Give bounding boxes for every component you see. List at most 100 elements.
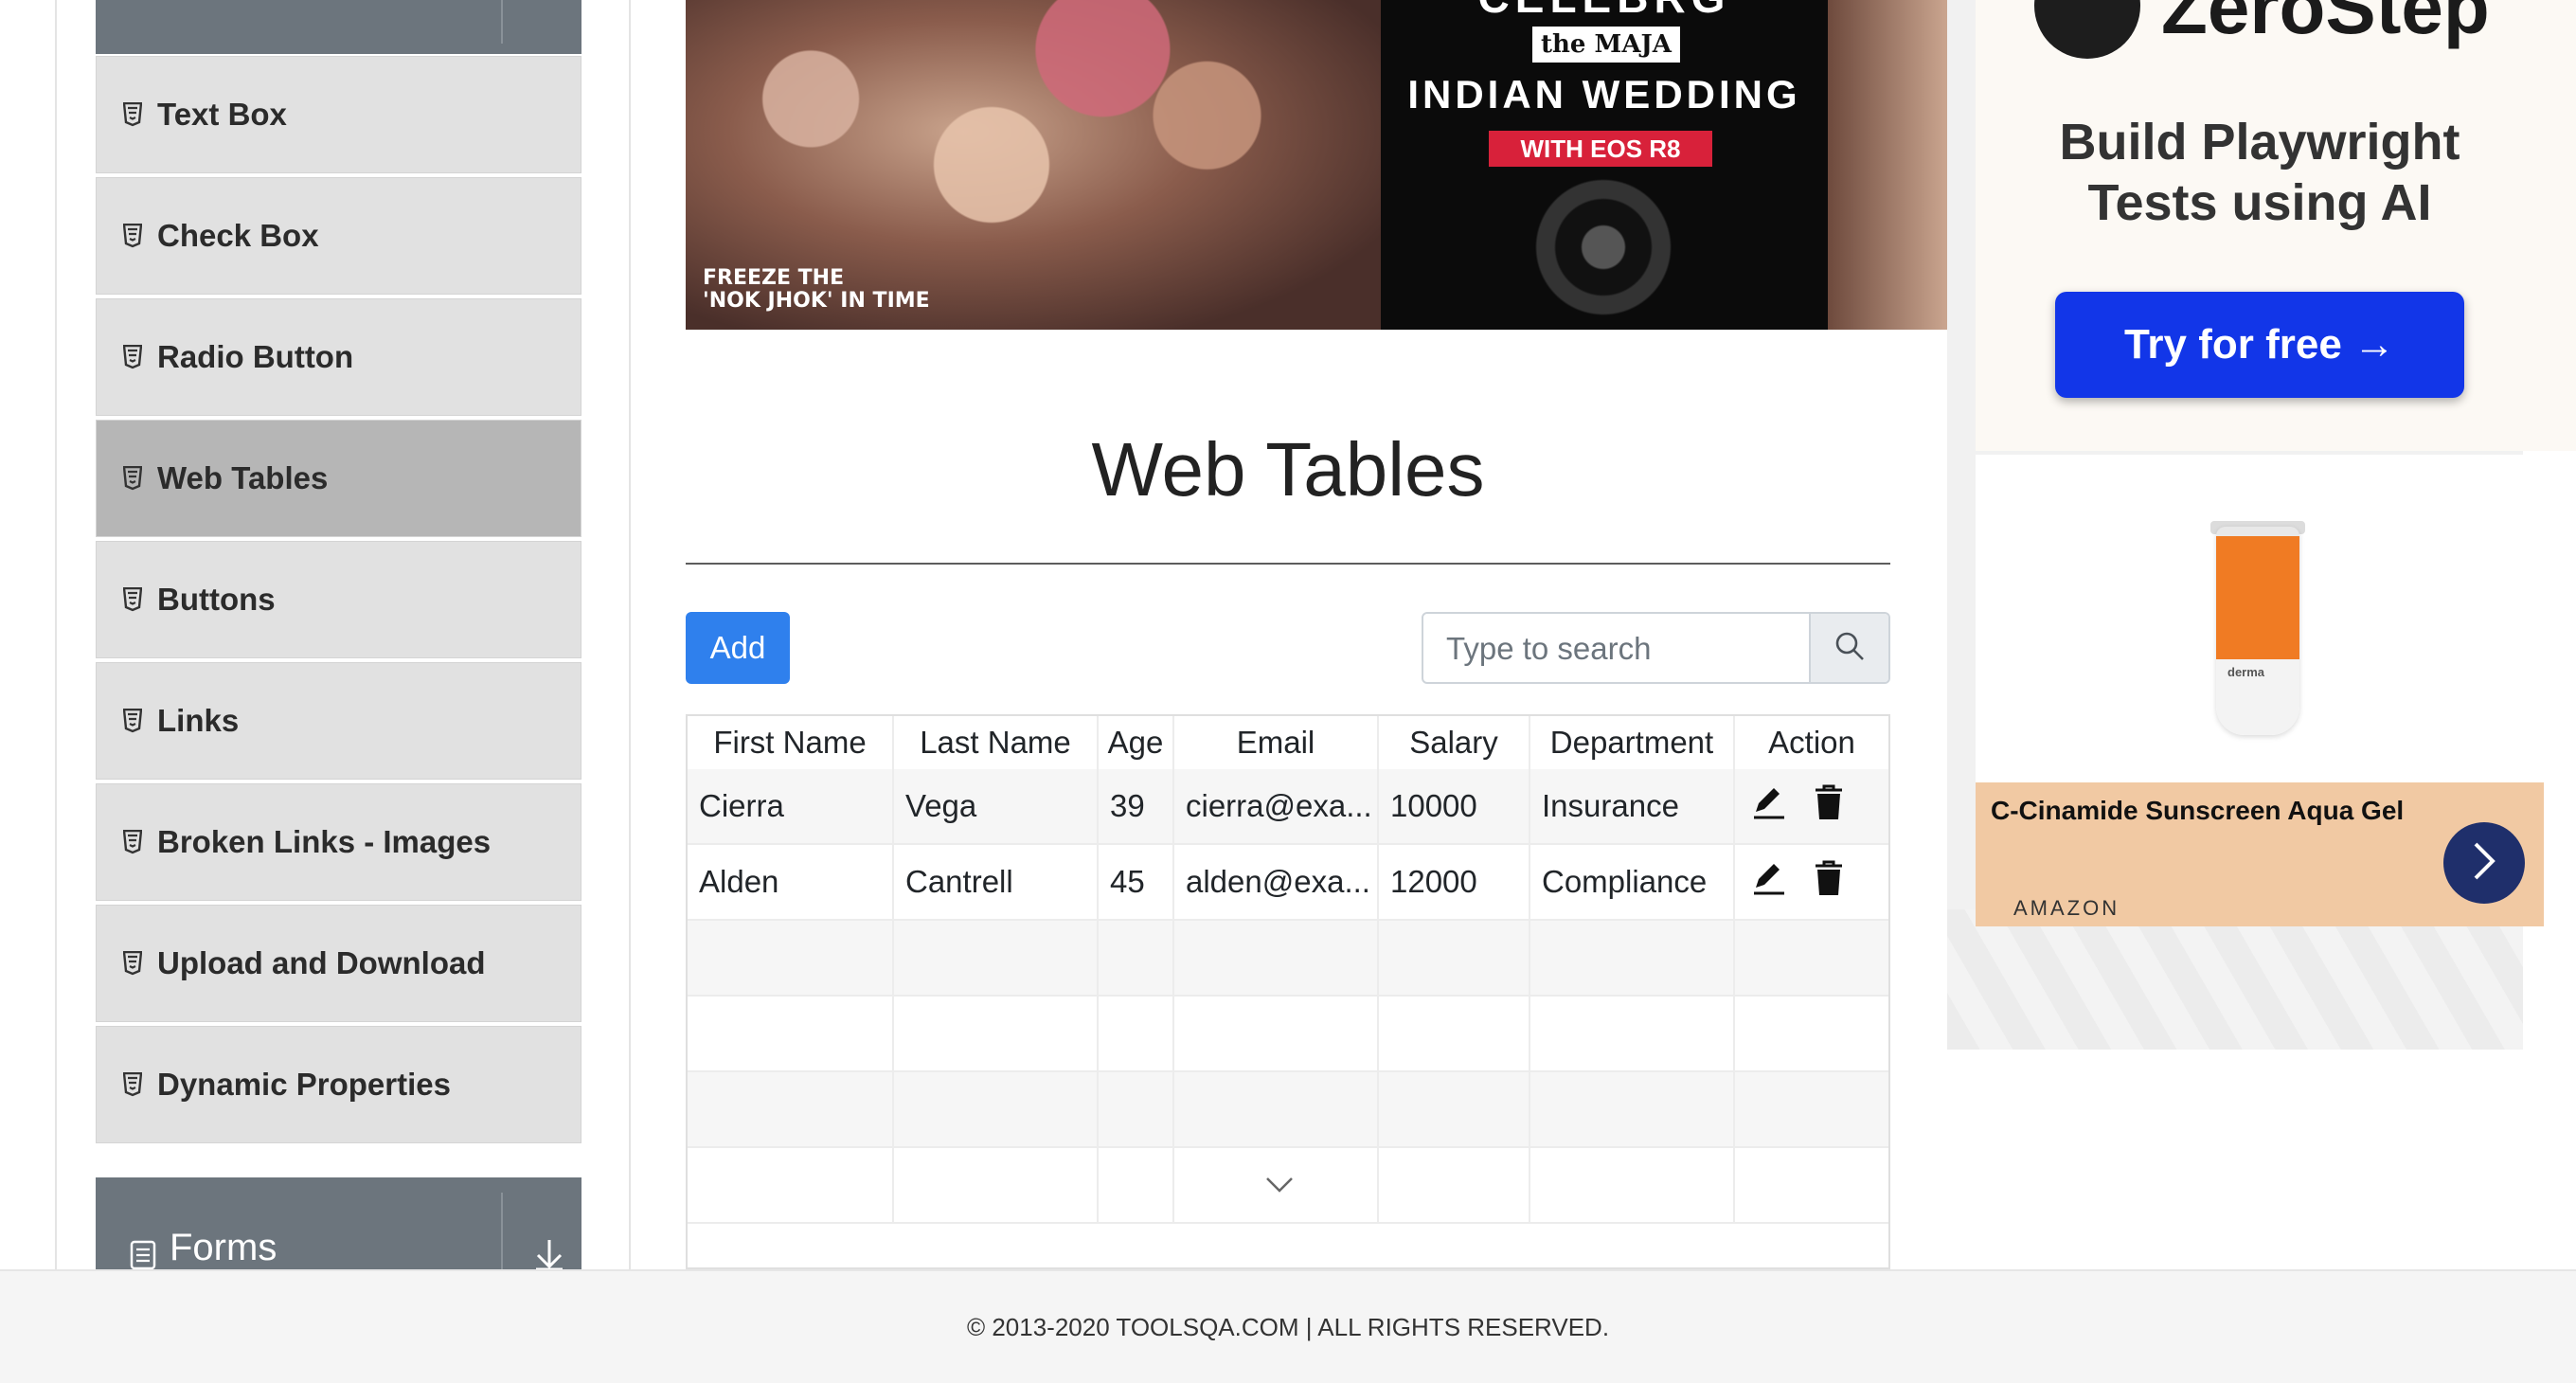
sidebar-item-label: Buttons bbox=[157, 582, 276, 617]
banner-text-panel: CELEBRG the MAJA INDIAN WEDDING WITH EOS… bbox=[1381, 0, 1828, 330]
empty-cell bbox=[688, 921, 894, 995]
sidebar-item-label: Upload and Download bbox=[157, 945, 486, 980]
sunscreen-tube-image bbox=[2216, 527, 2299, 735]
empty-cell bbox=[688, 997, 894, 1070]
empty-cell bbox=[1379, 1072, 1530, 1146]
empty-table-row bbox=[688, 921, 1888, 997]
sidebar-item-label: Web Tables bbox=[157, 460, 329, 495]
sidebar-item-web-tables[interactable]: Web Tables bbox=[96, 420, 581, 537]
empty-cell bbox=[1174, 1072, 1379, 1146]
sidebar-item-links[interactable]: Links bbox=[96, 662, 581, 780]
footer: © 2013-2020 TOOLSQA.COM | ALL RIGHTS RES… bbox=[0, 1269, 2576, 1383]
last-name-cell: Vega bbox=[894, 769, 1099, 843]
sidebar-item-label: Broken Links - Images bbox=[157, 824, 492, 859]
caption-line: 'NOK JHOK' IN TIME bbox=[703, 289, 930, 313]
column-header[interactable]: Last Name bbox=[894, 716, 1099, 769]
sidebar-item-label: Dynamic Properties bbox=[157, 1067, 451, 1102]
column-header[interactable]: Age bbox=[1099, 716, 1174, 769]
zerostep-brand: ZeroStep bbox=[2161, 0, 2490, 49]
email-cell: cierra@exa... bbox=[1174, 769, 1379, 843]
empty-cell bbox=[1099, 921, 1174, 995]
product-ad-info[interactable]: C-Cinamide Sunscreen Aqua Gel AMAZON bbox=[1976, 782, 2544, 926]
group-header-divider bbox=[501, 1193, 503, 1272]
last-name-cell: Cantrell bbox=[894, 845, 1099, 919]
add-button[interactable]: Add bbox=[686, 612, 790, 684]
banner-photo-edge bbox=[1828, 0, 1947, 330]
sidebar-item-dynamic-properties[interactable]: Dynamic Properties bbox=[96, 1026, 581, 1143]
html5-icon bbox=[123, 830, 144, 854]
age-cell: 39 bbox=[1099, 769, 1174, 843]
forms-group-header[interactable]: Forms bbox=[96, 1177, 581, 1272]
delete-trash-icon[interactable] bbox=[1813, 783, 1845, 829]
table-row: Alden Cantrell 45 alden@exa... 12000 Com… bbox=[688, 845, 1888, 921]
column-header[interactable]: Email bbox=[1174, 716, 1379, 769]
wedding-photo: FREEZE THE 'NOK JHOK' IN TIME bbox=[686, 0, 1381, 330]
column-header[interactable]: Department bbox=[1530, 716, 1735, 769]
column-header[interactable]: First Name bbox=[688, 716, 894, 769]
empty-cell bbox=[1530, 1148, 1735, 1222]
sidebar-item-upload-download[interactable]: Upload and Download bbox=[96, 905, 581, 1022]
email-cell: alden@exa... bbox=[1174, 845, 1379, 919]
table-row: Cierra Vega 39 cierra@exa... 10000 Insur… bbox=[688, 769, 1888, 845]
column-header[interactable]: Salary bbox=[1379, 716, 1530, 769]
web-table: First Name Last Name Age Email Salary De… bbox=[686, 714, 1890, 1269]
empty-cell bbox=[1379, 1148, 1530, 1222]
delete-trash-icon[interactable] bbox=[1813, 859, 1845, 905]
empty-cell bbox=[1379, 921, 1530, 995]
empty-cell bbox=[1735, 1148, 1888, 1222]
empty-cell bbox=[1099, 1148, 1174, 1222]
html5-icon bbox=[123, 224, 144, 248]
sidebar-item-label: Text Box bbox=[157, 97, 287, 132]
html5-icon bbox=[123, 587, 144, 612]
elements-group-header[interactable] bbox=[96, 0, 581, 54]
sidebar-item-buttons[interactable]: Buttons bbox=[96, 541, 581, 658]
sidebar-item-label: Links bbox=[157, 703, 240, 738]
search-icon bbox=[1834, 630, 1866, 667]
banner-ad[interactable]: FREEZE THE 'NOK JHOK' IN TIME CELEBRG th… bbox=[686, 0, 1947, 330]
page-title: Web Tables bbox=[1091, 427, 1485, 512]
camera-image bbox=[1532, 176, 1674, 318]
empty-cell bbox=[1379, 997, 1530, 1070]
sidebar-item-text-box[interactable]: Text Box bbox=[96, 56, 581, 173]
sidebar-item-radio-button[interactable]: Radio Button bbox=[96, 298, 581, 416]
product-ad-image[interactable]: derma bbox=[1976, 455, 2544, 782]
forms-group-title: Forms bbox=[170, 1227, 277, 1268]
group-header-divider bbox=[501, 0, 503, 44]
banner-top-line: CELEBRG bbox=[1381, 0, 1828, 23]
sidebar-menu: Text Box Check Box Radio Button Web Tabl… bbox=[96, 56, 581, 1147]
empty-cell bbox=[688, 1148, 894, 1222]
html5-icon bbox=[123, 102, 144, 127]
edit-pencil-icon[interactable] bbox=[1750, 783, 1788, 829]
first-name-cell: Alden bbox=[688, 845, 894, 919]
banner-model: EOS R8 bbox=[1590, 135, 1681, 163]
search-button[interactable] bbox=[1809, 614, 1888, 682]
table-header-row: First Name Last Name Age Email Salary De… bbox=[688, 716, 1888, 769]
sidebar-item-check-box[interactable]: Check Box bbox=[96, 177, 581, 295]
sidebar-item-broken-links[interactable]: Broken Links - Images bbox=[96, 783, 581, 901]
empty-cell bbox=[1174, 997, 1379, 1070]
search-box bbox=[1422, 612, 1890, 684]
department-cell: Insurance bbox=[1530, 769, 1735, 843]
tube-brand-label: derma bbox=[2227, 665, 2265, 679]
empty-cell bbox=[894, 921, 1099, 995]
tagline-line: Build Playwright bbox=[2059, 114, 2460, 171]
department-cell: Compliance bbox=[1530, 845, 1735, 919]
zerostep-ad[interactable]: ZeroStep Build Playwright Tests using AI… bbox=[1976, 0, 2576, 451]
chevron-down-icon[interactable] bbox=[1265, 1176, 1294, 1198]
age-cell: 45 bbox=[1099, 845, 1174, 919]
product-name[interactable]: C-Cinamide Sunscreen Aqua Gel bbox=[1991, 796, 2404, 826]
action-cell bbox=[1735, 769, 1888, 843]
zerostep-logo-icon bbox=[2034, 0, 2140, 59]
banner-wedding: INDIAN WEDDING bbox=[1407, 72, 1801, 117]
column-header[interactable]: Action bbox=[1735, 716, 1888, 769]
empty-cell bbox=[1530, 921, 1735, 995]
edit-pencil-icon[interactable] bbox=[1750, 859, 1788, 905]
search-input[interactable] bbox=[1423, 614, 1838, 682]
banner-with: WITH bbox=[1520, 135, 1583, 163]
empty-cell bbox=[1735, 1072, 1888, 1146]
next-arrow-button[interactable] bbox=[2443, 822, 2525, 904]
action-cell bbox=[1735, 845, 1888, 919]
try-for-free-button[interactable]: Try for free → bbox=[2055, 292, 2464, 398]
banner-maja: MAJA bbox=[1594, 30, 1672, 59]
empty-table-row bbox=[688, 997, 1888, 1072]
